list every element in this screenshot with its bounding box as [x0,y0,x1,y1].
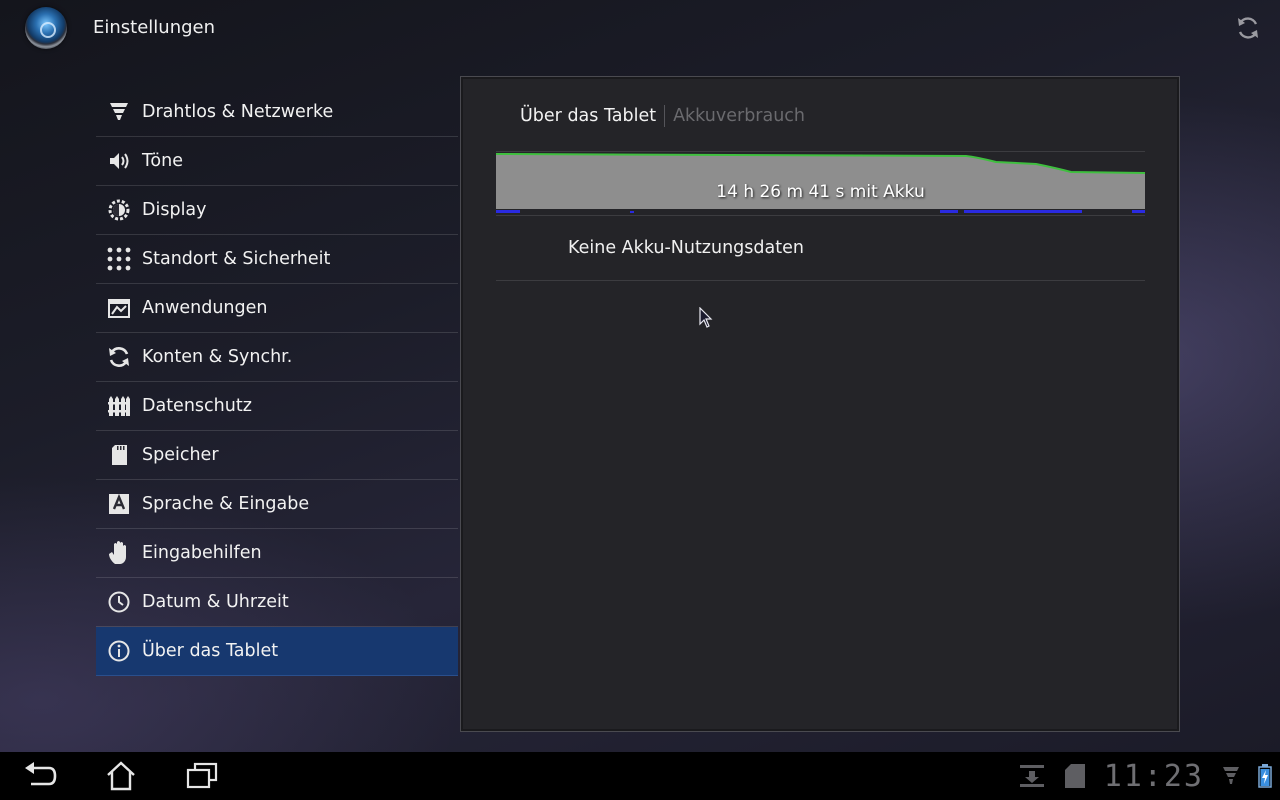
usage-marks [496,210,1145,213]
sidebar-item-label: Eingabehilfen [142,543,262,563]
mouse-cursor-icon [699,307,713,328]
sidebar-item-label: Anwendungen [142,298,268,318]
sidebar-item-label: Standort & Sicherheit [142,249,331,269]
clock: 11:23 [1103,758,1204,794]
battery-duration-label: 14 h 26 m 41 s mit Akku [716,182,925,202]
sidebar-item-label: Konten & Synchr. [142,347,293,367]
sidebar-item-display[interactable]: Display [96,186,458,235]
settings-app-icon[interactable] [25,7,67,49]
sd-card-status-icon [1064,764,1085,788]
sidebar-item-language-input[interactable]: Sprache & Eingabe [96,480,458,529]
sidebar-item-storage[interactable]: Speicher [96,431,458,480]
brightness-icon [96,186,142,235]
sidebar-item-wireless[interactable]: Drahtlos & Netzwerke [96,88,458,137]
sidebar-item-label: Sprache & Eingabe [142,494,310,514]
speaker-icon [96,137,142,186]
sidebar-item-label: Datenschutz [142,396,252,416]
recent-apps-icon [186,762,218,789]
hand-icon [96,529,142,578]
wifi-icon [96,88,142,137]
back-button[interactable] [18,758,62,794]
clock-icon [96,578,142,627]
list-divider [496,280,1145,281]
sidebar-item-about-tablet[interactable]: Über das Tablet [96,627,458,676]
sidebar-item-label: Töne [142,151,183,171]
system-bar: 11:23 [0,752,1280,800]
refresh-button[interactable] [1232,12,1264,44]
breadcrumb-separator [664,105,666,127]
pattern-lock-icon [96,235,142,284]
breadcrumb: Über das Tablet Akkuverbrauch [520,105,805,127]
breadcrumb-current: Akkuverbrauch [673,106,806,126]
no-usage-data-text: Keine Akku-Nutzungsdaten [568,238,804,258]
sidebar-item-accessibility[interactable]: Eingabehilfen [96,529,458,578]
sidebar-item-label: Datum & Uhrzeit [142,592,289,612]
app-title: Einstellungen [93,17,216,38]
sidebar-item-applications[interactable]: Anwendungen [96,284,458,333]
sidebar-item-label: Über das Tablet [142,641,279,661]
sd-card-icon [96,431,142,480]
apps-icon [96,284,142,333]
home-icon [107,761,135,791]
sidebar-item-sounds[interactable]: Töne [96,137,458,186]
battery-charging-icon [1258,764,1272,788]
back-icon [25,762,57,786]
content-panel: Über das Tablet Akkuverbrauch 14 h 26 m … [460,76,1180,732]
status-area[interactable]: 11:23 [1018,758,1272,794]
fence-icon [96,382,142,431]
sidebar-item-label: Display [142,200,207,220]
action-bar: Einstellungen [0,0,1280,58]
sidebar-item-date-time[interactable]: Datum & Uhrzeit [96,578,458,627]
info-icon [96,627,142,676]
home-button[interactable] [99,758,143,794]
sidebar-item-location-security[interactable]: Standort & Sicherheit [96,235,458,284]
battery-history-chart[interactable]: 14 h 26 m 41 s mit Akku [495,152,1146,216]
wifi-status-icon [1223,767,1239,784]
recent-apps-button[interactable] [180,758,224,794]
download-icon [1019,765,1044,787]
chart-divider-bottom [496,215,1145,216]
settings-sidebar: Drahtlos & Netzwerke Töne Display Stando… [96,88,458,676]
sidebar-item-label: Drahtlos & Netzwerke [142,102,334,122]
sidebar-item-label: Speicher [142,445,219,465]
breadcrumb-parent[interactable]: Über das Tablet [520,106,656,126]
sync-icon [96,333,142,382]
sidebar-item-accounts-sync[interactable]: Konten & Synchr. [96,333,458,382]
sidebar-item-privacy[interactable]: Datenschutz [96,382,458,431]
refresh-icon [1238,17,1258,39]
keyboard-a-icon [96,480,142,529]
